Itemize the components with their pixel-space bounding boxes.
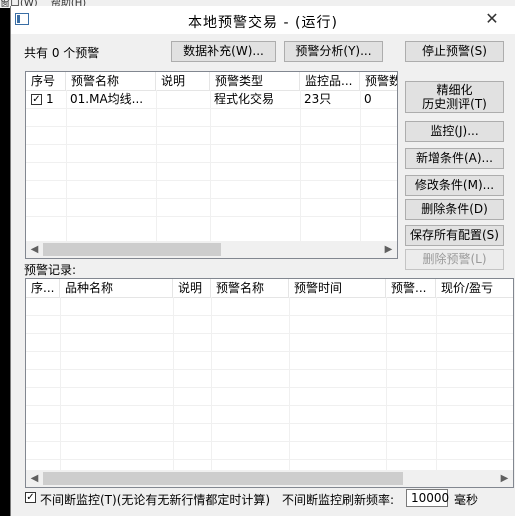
edit-condition-button[interactable]: 修改条件(M)...	[405, 175, 504, 196]
col-alert-time[interactable]: 预警时间	[289, 279, 386, 297]
grid-line	[26, 108, 397, 109]
grid-line	[26, 405, 513, 406]
grid-line	[66, 90, 67, 242]
grid-line	[386, 297, 387, 471]
grid-line	[26, 216, 397, 217]
records-hscrollbar[interactable]: ◀ ▶	[26, 470, 513, 487]
grid-line	[26, 441, 513, 442]
unit-label: 毫秒	[454, 493, 479, 507]
stop-alert-button[interactable]: 停止预警(S)	[405, 41, 504, 62]
grid-line	[26, 387, 513, 388]
monitor-button[interactable]: 监控(J)...	[405, 121, 504, 142]
col-record-alert[interactable]: 预警...	[386, 279, 436, 297]
continuous-monitor-label[interactable]: 不间断监控(T)(无论有无新行情都定时计算)	[40, 491, 270, 508]
alert-trading-window: 本地预警交易 - (运行) ✕ 共有 0 个预警 数据补充(W)... 预警分析…	[10, 6, 515, 516]
delete-condition-button[interactable]: 删除条件(D)	[405, 199, 504, 220]
col-product-name[interactable]: 品种名称	[60, 279, 173, 297]
scroll-thumb[interactable]	[43, 243, 221, 256]
refresh-frequency-input[interactable]: 10000	[406, 489, 449, 507]
col-record-alert-name[interactable]: 预警名称	[211, 279, 289, 297]
refresh-frequency-label: 不间断监控刷新频率:	[282, 493, 395, 507]
grid-line	[26, 198, 397, 199]
records-table[interactable]: 序... 品种名称 说明 预警名称 预警时间 预警... 现价/盈亏 ◀ ▶	[25, 278, 514, 488]
conditions-table[interactable]: 序号 预警名称 说明 预警类型 监控品... 预警数 ✓ 1 01.MA均线..…	[25, 71, 398, 259]
backtest-label: 历史测评(T)	[422, 97, 487, 111]
grid-line	[26, 333, 513, 334]
row-monitor: 23只	[304, 92, 332, 106]
grid-line	[26, 315, 513, 316]
row-checkbox[interactable]: ✓	[31, 94, 42, 105]
scroll-thumb[interactable]	[43, 472, 403, 485]
row-alert-name: 01.MA均线...	[70, 92, 144, 106]
grid-line	[26, 351, 513, 352]
row-alert-type: 程式化交易	[214, 92, 275, 106]
refine-label: 精细化	[436, 83, 473, 97]
grid-line	[360, 90, 361, 242]
scroll-right-icon[interactable]: ▶	[380, 241, 397, 258]
window-title: 本地预警交易 - (运行)	[188, 15, 338, 31]
col-price-pnl[interactable]: 现价/盈亏	[436, 279, 513, 297]
grid-line	[26, 369, 513, 370]
grid-line	[26, 180, 397, 181]
close-button[interactable]: ✕	[475, 8, 509, 30]
grid-line	[289, 297, 290, 471]
grid-line	[210, 90, 211, 242]
grid-line	[156, 90, 157, 242]
grid-line	[173, 297, 174, 471]
save-config-button[interactable]: 保存所有配置(S)	[405, 225, 504, 246]
grid-line	[300, 90, 301, 242]
grid-line	[26, 459, 513, 460]
col-index[interactable]: 序号	[26, 72, 66, 90]
col-alert-name[interactable]: 预警名称	[66, 72, 156, 90]
continuous-monitor-checkbox[interactable]: ✓	[25, 492, 36, 503]
col-alert-type[interactable]: 预警类型	[210, 72, 300, 90]
grid-line	[436, 297, 437, 471]
alert-analysis-button[interactable]: 预警分析(Y)...	[284, 41, 383, 62]
scroll-right-icon[interactable]: ▶	[496, 470, 513, 487]
scroll-left-icon[interactable]: ◀	[26, 241, 43, 258]
col-desc[interactable]: 说明	[156, 72, 210, 90]
records-label: 预警记录:	[24, 263, 77, 277]
col-monitor[interactable]: 监控品...	[300, 72, 360, 90]
refine-backtest-button[interactable]: 精细化 历史测评(T)	[405, 81, 504, 113]
grid-line	[60, 297, 61, 471]
grid-line	[26, 162, 397, 163]
col-alert-count[interactable]: 预警数	[360, 72, 397, 90]
grid-line	[26, 423, 513, 424]
col-record-desc[interactable]: 说明	[173, 279, 211, 297]
grid-line	[211, 297, 212, 471]
conditions-hscrollbar[interactable]: ◀ ▶	[26, 241, 397, 258]
grid-line	[26, 126, 397, 127]
delete-alert-button[interactable]: 删除预警(L)	[405, 249, 504, 270]
title-bar[interactable]: 本地预警交易 - (运行) ✕	[11, 6, 515, 34]
scroll-left-icon[interactable]: ◀	[26, 470, 43, 487]
col-seq[interactable]: 序...	[26, 279, 60, 297]
grid-line	[26, 144, 397, 145]
data-supplement-button[interactable]: 数据补充(W)...	[171, 41, 276, 62]
row-alert-count: 0	[364, 92, 372, 106]
records-header: 序... 品种名称 说明 预警名称 预警时间 预警... 现价/盈亏	[26, 279, 513, 298]
add-condition-button[interactable]: 新增条件(A)...	[405, 148, 504, 169]
alert-count-label: 共有 0 个预警	[24, 46, 100, 60]
conditions-header: 序号 预警名称 说明 预警类型 监控品... 预警数	[26, 72, 397, 91]
row-index: 1	[46, 92, 54, 106]
